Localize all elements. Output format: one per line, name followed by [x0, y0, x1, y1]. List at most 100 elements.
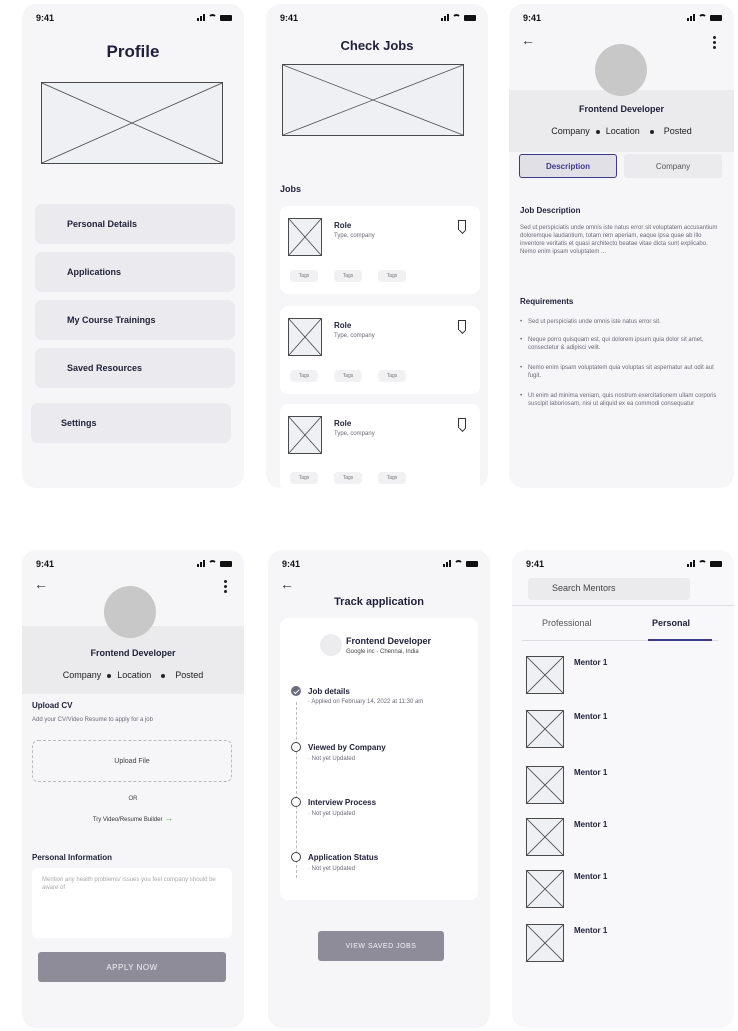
bookmark-icon[interactable] [458, 220, 466, 230]
tab-company[interactable]: Company [624, 154, 722, 178]
step-subtitle: · Not yet Updated [308, 756, 356, 762]
or-separator: OR [128, 796, 138, 802]
step-check-icon [291, 686, 301, 696]
requirement-item: Sed ut perspiciatis unde omnis iste natu… [520, 318, 725, 326]
page-title: Profile [106, 42, 160, 61]
mentor-avatar [526, 924, 564, 962]
more-options-icon[interactable] [224, 580, 227, 595]
tab-professional[interactable]: Professional [542, 618, 592, 628]
back-arrow-icon[interactable]: ← [521, 32, 535, 48]
profile-screen: 9:41 Profile Personal Details Applicatio… [22, 4, 244, 488]
jobs-section-label: Jobs [280, 184, 302, 194]
tab-personal[interactable]: Personal [652, 618, 690, 628]
check-jobs-screen: 9:41 Check Jobs Jobs Role Type, company … [266, 4, 488, 488]
battery-icon [466, 561, 478, 567]
upload-file-button[interactable]: Upload File [32, 740, 232, 782]
status-icons [687, 13, 722, 21]
view-saved-jobs-button[interactable]: VIEW SAVED JOBS [318, 931, 444, 961]
step-subtitle: · Applied on February 14, 2022 at 11:30 … [308, 699, 424, 705]
requirements-heading: Requirements [520, 297, 574, 306]
job-subtitle: Type, company [334, 333, 375, 339]
track-application-screen: 9:41 ← Track application Frontend Develo… [268, 550, 490, 1028]
active-tab-indicator [648, 639, 712, 641]
back-arrow-icon[interactable]: ← [280, 576, 294, 592]
requirement-item: Neque porro quisquam est, qui dolorem ip… [520, 336, 725, 352]
status-time: 9:41 [36, 559, 55, 569]
back-arrow-icon[interactable]: ← [34, 576, 48, 592]
profile-image-placeholder [41, 82, 223, 164]
job-title: Frontend Developer [578, 104, 664, 114]
battery-icon [710, 15, 722, 21]
apply-screen: 9:41 ← Frontend Developer Company Locatio… [22, 550, 244, 1028]
wifi-icon [208, 14, 217, 21]
job-description-heading: Job Description [520, 206, 581, 215]
track-job-subtitle: Google inc - Chennai, India [346, 649, 419, 655]
mentor-name[interactable]: Mentor 1 [574, 768, 607, 777]
status-bar: 9:41 [512, 550, 734, 574]
settings-button[interactable]: Settings [31, 403, 231, 443]
saved-resources-button[interactable]: Saved Resources [35, 348, 235, 388]
step-subtitle-text: Not yet Updated [311, 811, 356, 817]
apply-now-button[interactable]: APPLY NOW [38, 952, 226, 982]
job-tag: Tags [290, 472, 318, 484]
battery-icon [220, 15, 232, 21]
upload-cv-subtitle: Add your CV/Video Resume to apply for a … [32, 717, 153, 723]
wifi-icon [208, 560, 217, 567]
mentors-screen: 9:41 Search Mentors Professional Persona… [512, 550, 734, 1028]
mentor-avatar [526, 818, 564, 856]
step-circle-icon [291, 742, 301, 752]
resume-builder-link[interactable]: Try Video/Resume Builder → [22, 813, 244, 823]
step-title: Job details [308, 687, 350, 696]
job-tag: Tags [378, 370, 406, 382]
step-subtitle-text: Not yet Updated [311, 756, 356, 762]
job-card[interactable]: Role Type, company Tags Tags Tags [280, 206, 480, 294]
mentor-name[interactable]: Mentor 1 [574, 926, 607, 935]
battery-icon [710, 561, 722, 567]
bookmark-icon[interactable] [458, 418, 466, 428]
status-time: 9:41 [526, 559, 545, 569]
status-time: 9:41 [282, 559, 301, 569]
status-icons [197, 559, 232, 567]
battery-icon [220, 561, 232, 567]
job-tag: Tags [290, 370, 318, 382]
wifi-icon [698, 560, 707, 567]
more-options-icon[interactable] [713, 36, 716, 51]
track-card: Frontend Developer Google inc - Chennai,… [280, 618, 478, 900]
header-band [509, 90, 734, 152]
mentor-name[interactable]: Mentor 1 [574, 872, 607, 881]
applications-button[interactable]: Applications [35, 252, 235, 292]
mentor-name[interactable]: Mentor 1 [574, 820, 607, 829]
company-logo [320, 634, 342, 656]
step-subtitle: · Not yet Updated [308, 811, 356, 817]
job-description-text: Sed ut perspiciatis unde omnis iste natu… [520, 225, 718, 255]
status-icons [687, 559, 722, 567]
company-avatar [104, 586, 156, 638]
job-meta: Company Location Posted [509, 126, 734, 136]
jobs-banner-placeholder [282, 64, 464, 136]
status-time: 9:41 [523, 13, 542, 23]
job-card[interactable]: Role Type, company Tags Tags Tags [280, 404, 480, 488]
status-icons [441, 13, 476, 21]
status-bar: 9:41 [22, 4, 244, 28]
job-tag: Tags [334, 270, 362, 282]
tab-description[interactable]: Description [519, 154, 617, 178]
requirement-item: Ut enim ad minima veniam, quis nostrum e… [520, 392, 725, 408]
company-avatar [595, 44, 647, 96]
course-trainings-button[interactable]: My Course Trainings [35, 300, 235, 340]
mentor-name[interactable]: Mentor 1 [574, 658, 607, 667]
bookmark-icon[interactable] [458, 320, 466, 330]
status-bar: 9:41 [22, 550, 244, 574]
mentor-name[interactable]: Mentor 1 [574, 712, 607, 721]
status-bar: 9:41 [266, 4, 488, 28]
personal-details-button[interactable]: Personal Details [35, 204, 235, 244]
search-mentors-input[interactable]: Search Mentors [528, 578, 690, 600]
personal-info-textarea[interactable]: Mention any health problems/ issues you … [32, 868, 232, 938]
job-card[interactable]: Role Type, company Tags Tags Tags [280, 306, 480, 394]
job-posted: Posted [663, 126, 692, 136]
job-role: Role [334, 321, 352, 330]
job-location: Location [117, 670, 152, 680]
resume-builder-label: Try Video/Resume Builder [92, 817, 163, 823]
arrow-right-icon: → [164, 813, 174, 823]
upload-cv-heading: Upload CV [32, 701, 73, 710]
step-circle-icon [291, 852, 301, 862]
